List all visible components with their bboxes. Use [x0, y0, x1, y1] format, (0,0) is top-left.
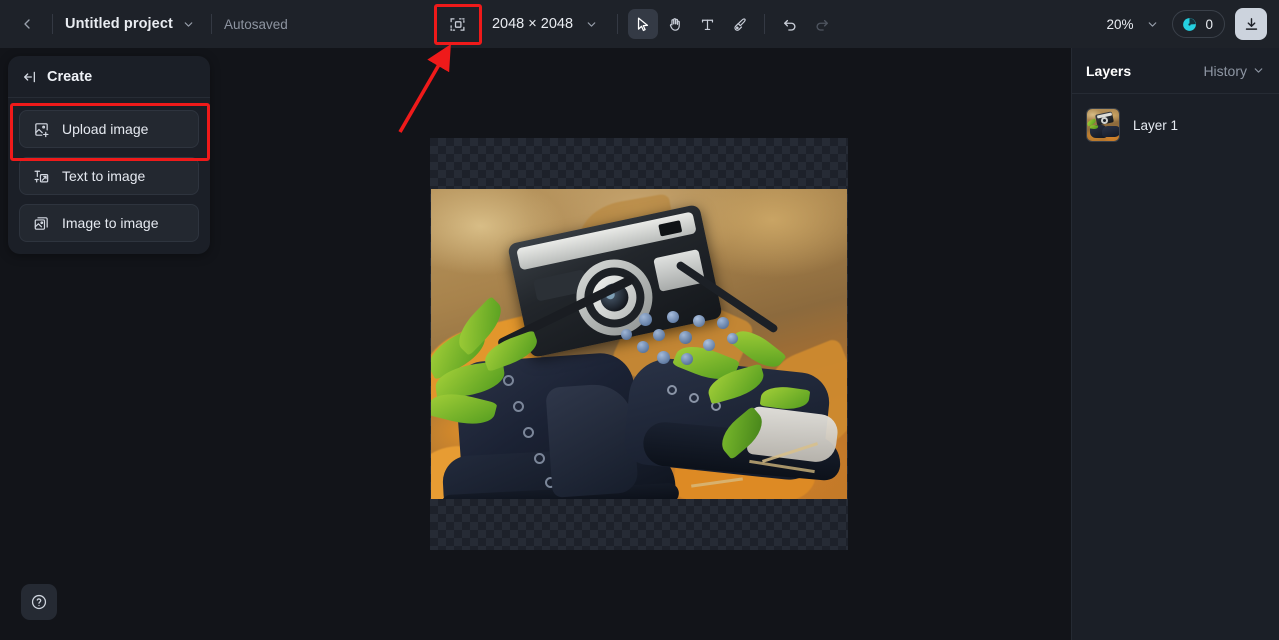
divider	[617, 14, 619, 34]
hand-tool[interactable]	[660, 9, 690, 39]
layer-name: Layer 1	[1133, 117, 1179, 133]
divider	[52, 14, 53, 34]
create-panel-title: Create	[47, 68, 93, 85]
back-button[interactable]	[14, 9, 40, 39]
divider	[764, 14, 766, 34]
help-button[interactable]	[21, 584, 57, 620]
download-button[interactable]	[1235, 8, 1267, 40]
tab-layers[interactable]: Layers	[1086, 63, 1131, 79]
photo-boots-camera	[431, 189, 847, 499]
layers-panel-header: Layers History	[1072, 48, 1279, 94]
select-tool[interactable]	[628, 9, 659, 39]
chevron-down-icon[interactable]	[179, 14, 199, 34]
autosave-status: Autosaved	[223, 16, 288, 32]
image-stack-icon	[32, 214, 50, 232]
layer-thumbnail	[1086, 108, 1120, 142]
canvas-stage[interactable]	[210, 48, 1071, 640]
text-to-image-icon	[32, 167, 50, 185]
upload-image-label: Upload image	[62, 121, 149, 137]
text-to-image-label: Text to image	[62, 168, 146, 184]
chevron-down-icon	[1252, 64, 1265, 77]
tab-history-label: History	[1203, 62, 1247, 79]
image-to-image-button[interactable]: Image to image	[19, 204, 199, 242]
text-tool[interactable]	[692, 9, 722, 39]
canvas-image[interactable]	[431, 189, 847, 499]
create-panel-header: Create	[8, 56, 210, 98]
create-panel: Create Upload image Text to image Image …	[8, 56, 210, 254]
layers-list: Layer 1	[1072, 94, 1279, 156]
artboard[interactable]	[430, 138, 848, 550]
credits-count: 0	[1205, 16, 1213, 32]
layer-row[interactable]: Layer 1	[1084, 104, 1267, 146]
image-to-image-label: Image to image	[62, 215, 159, 231]
credit-coin-icon	[1181, 16, 1198, 33]
zoom-level[interactable]: 20%	[1106, 17, 1133, 32]
text-to-image-button[interactable]: Text to image	[19, 157, 199, 195]
create-options-list: Upload image Text to image Image to imag…	[8, 98, 210, 242]
image-plus-icon	[32, 120, 50, 138]
brush-tool[interactable]	[724, 9, 754, 39]
redo-button[interactable]	[807, 9, 837, 39]
topbar-right-group: 20% 0	[1106, 0, 1267, 48]
canvas-size-chevron-down-icon[interactable]	[581, 14, 601, 34]
image-editor-app: Untitled project Autosaved 2048 × 2048 2…	[0, 0, 1279, 640]
topbar-left-group: Untitled project Autosaved	[0, 0, 288, 48]
credits-badge[interactable]: 0	[1172, 10, 1225, 38]
divider	[210, 14, 212, 34]
project-title[interactable]: Untitled project	[65, 16, 173, 32]
canvas-size-value[interactable]: 2048 × 2048	[492, 16, 573, 32]
zoom-chevron-down-icon[interactable]	[1142, 14, 1162, 34]
collapse-left-icon[interactable]	[22, 69, 38, 85]
upload-image-button[interactable]: Upload image	[19, 110, 199, 148]
layers-panel: Layers History Layer 1	[1071, 48, 1279, 640]
resize-canvas-button[interactable]	[442, 8, 474, 40]
top-toolbar: Untitled project Autosaved 2048 × 2048 2…	[0, 0, 1279, 48]
tab-history[interactable]: History	[1203, 63, 1265, 79]
undo-button[interactable]	[775, 9, 805, 39]
